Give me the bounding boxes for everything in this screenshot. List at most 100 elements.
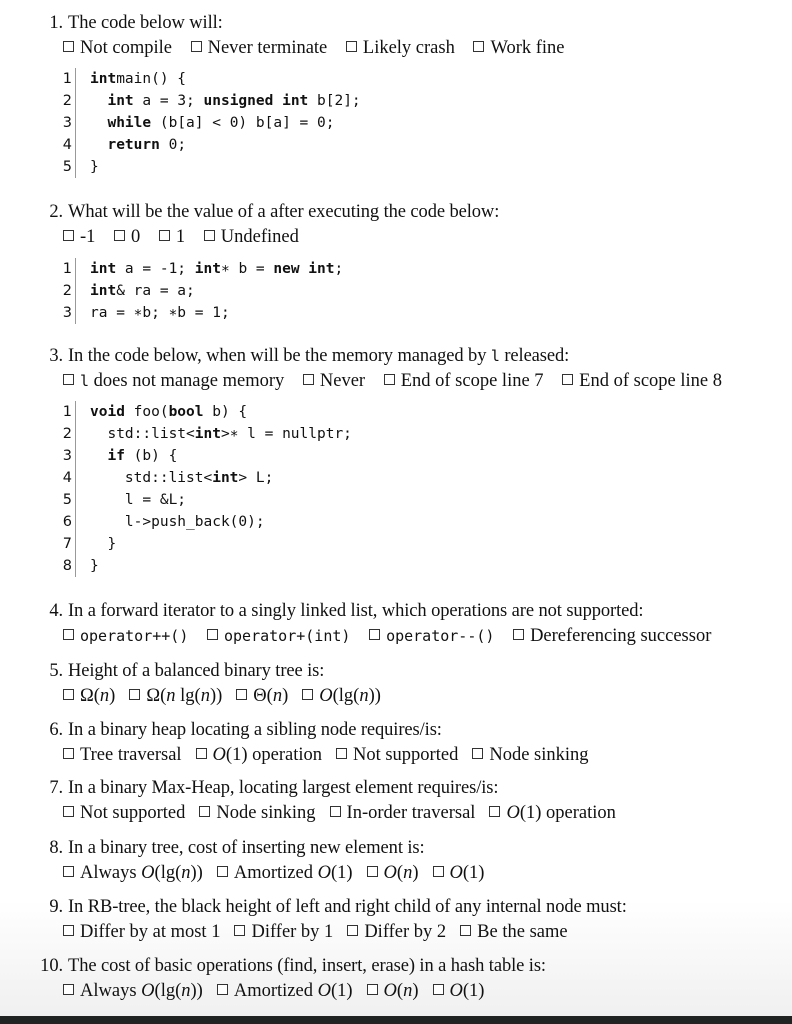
checkbox-icon[interactable] — [63, 748, 74, 759]
checkbox-icon[interactable] — [335, 748, 347, 759]
option-4[interactable]: O(1) — [432, 863, 484, 884]
checkbox-icon[interactable] — [302, 689, 314, 700]
checkbox-icon[interactable] — [329, 806, 341, 817]
checkbox-icon[interactable] — [190, 41, 202, 52]
code-keyword: new int — [273, 261, 335, 277]
checkbox-icon[interactable] — [129, 689, 141, 700]
checkbox-icon[interactable] — [199, 806, 211, 817]
checkbox-icon[interactable] — [63, 230, 74, 241]
checkbox-icon[interactable] — [63, 806, 74, 817]
option-2[interactable]: Ω(n lg(n)) — [129, 686, 222, 707]
option-never-terminate[interactable]: Never terminate — [190, 38, 327, 59]
option-3[interactable]: O(n) — [366, 863, 419, 884]
checkbox-icon[interactable] — [432, 866, 444, 877]
question-text: Height of a balanced binary tree is: — [68, 661, 325, 681]
option-1[interactable]: Differ by at most 1 — [63, 922, 220, 943]
option-3[interactable]: Θ(n) — [236, 686, 288, 707]
option-2[interactable]: Differ by 1 — [234, 922, 333, 943]
checkbox-icon[interactable] — [195, 748, 207, 759]
option-1[interactable]: Not supported — [63, 803, 185, 824]
option-end-scope-8[interactable]: End of scope line 8 — [562, 371, 722, 392]
checkbox-icon[interactable] — [63, 984, 74, 995]
option-operator-increment[interactable]: operator++() — [63, 626, 188, 647]
question-8-options: Always O(lg(n)) Amortized O(1) O(n) O(1) — [63, 863, 498, 884]
checkbox-icon[interactable] — [203, 230, 215, 241]
checkbox-icon[interactable] — [460, 925, 472, 936]
code-text: std::list< — [90, 470, 213, 486]
option-label: Node sinking — [216, 803, 316, 823]
option-1[interactable]: Tree traversal — [63, 745, 182, 766]
option-work-fine[interactable]: Work fine — [473, 38, 565, 59]
checkbox-icon[interactable] — [63, 374, 74, 385]
checkbox-icon[interactable] — [63, 925, 74, 936]
option-2[interactable]: Amortized O(1) — [216, 863, 353, 884]
checkbox-icon[interactable] — [383, 374, 395, 385]
option-l-does-not-manage[interactable]: l does not manage memory — [63, 371, 284, 392]
question-text: In a binary heap locating a sibling node… — [68, 720, 442, 740]
option-undefined[interactable]: Undefined — [203, 227, 299, 248]
checkbox-icon[interactable] — [345, 41, 357, 52]
checkbox-icon[interactable] — [347, 925, 359, 936]
checkbox-icon[interactable] — [216, 984, 228, 995]
option-label: Node sinking — [489, 745, 589, 765]
option-not-compile[interactable]: Not compile — [63, 38, 172, 59]
question-text: In a binary Max-Heap, locating largest e… — [68, 778, 499, 798]
option-4[interactable]: O(1) — [432, 981, 484, 1002]
option-2[interactable]: O(1) operation — [195, 745, 322, 766]
checkbox-icon[interactable] — [234, 925, 246, 936]
checkbox-icon[interactable] — [207, 629, 218, 640]
line-number: 4 — [58, 134, 76, 156]
option-operator-decrement[interactable]: operator--() — [369, 626, 494, 647]
option-minus-one[interactable]: -1 — [63, 227, 95, 248]
question-number: 9. — [49, 897, 63, 917]
option-one[interactable]: 1 — [158, 227, 185, 248]
option-zero[interactable]: 0 — [114, 227, 140, 248]
option-3[interactable]: O(n) — [366, 981, 419, 1002]
checkbox-icon[interactable] — [472, 748, 484, 759]
option-dereferencing-successor[interactable]: Dereferencing successor — [513, 626, 711, 647]
checkbox-icon[interactable] — [63, 866, 74, 877]
checkbox-icon[interactable] — [63, 629, 74, 640]
checkbox-icon[interactable] — [432, 984, 444, 995]
checkbox-icon[interactable] — [513, 629, 525, 640]
checkbox-icon[interactable] — [158, 230, 170, 241]
option-4[interactable]: Be the same — [460, 922, 568, 943]
option-3[interactable]: Differ by 2 — [347, 922, 446, 943]
checkbox-icon[interactable] — [114, 230, 126, 241]
checkbox-icon[interactable] — [63, 41, 74, 52]
checkbox-icon[interactable] — [236, 689, 248, 700]
option-label: O(n) — [383, 863, 419, 883]
checkbox-icon[interactable] — [473, 41, 485, 52]
checkbox-icon[interactable] — [302, 374, 314, 385]
checkbox-icon[interactable] — [369, 629, 381, 640]
code-keyword: while — [107, 115, 152, 131]
checkbox-icon[interactable] — [63, 689, 74, 700]
option-operator-plus-int[interactable]: operator+(int) — [207, 626, 350, 647]
code-keyword: void — [90, 404, 125, 420]
checkbox-icon[interactable] — [562, 374, 574, 385]
checkbox-icon[interactable] — [366, 984, 378, 995]
option-3[interactable]: Not supported — [335, 745, 458, 766]
option-1[interactable]: Always O(lg(n)) — [63, 863, 203, 884]
option-2[interactable]: Amortized O(1) — [216, 981, 353, 1002]
checkbox-icon[interactable] — [489, 806, 501, 817]
option-4[interactable]: O(1) operation — [489, 803, 616, 824]
option-4[interactable]: O(lg(n)) — [302, 686, 381, 707]
question-number: 10. — [40, 956, 63, 976]
option-never[interactable]: Never — [302, 371, 365, 392]
option-3[interactable]: In-order traversal — [329, 803, 475, 824]
option-1[interactable]: Always O(lg(n)) — [63, 981, 203, 1002]
line-number: 3 — [58, 445, 76, 467]
question-2-title: 2. What will be the value of a after exec… — [40, 202, 499, 223]
option-likely-crash[interactable]: Likely crash — [345, 38, 455, 59]
option-2[interactable]: Node sinking — [199, 803, 316, 824]
checkbox-icon[interactable] — [366, 866, 378, 877]
checkbox-icon[interactable] — [216, 866, 228, 877]
option-4[interactable]: Node sinking — [472, 745, 589, 766]
option-end-scope-7[interactable]: End of scope line 7 — [383, 371, 544, 392]
code-line: 1 intmain() { — [58, 68, 361, 90]
question-text: In RB-tree, the black height of left and… — [68, 897, 627, 917]
option-1[interactable]: Ω(n) — [63, 686, 115, 707]
code-line: 2 int a = 3; unsigned int b[2]; — [58, 90, 361, 112]
